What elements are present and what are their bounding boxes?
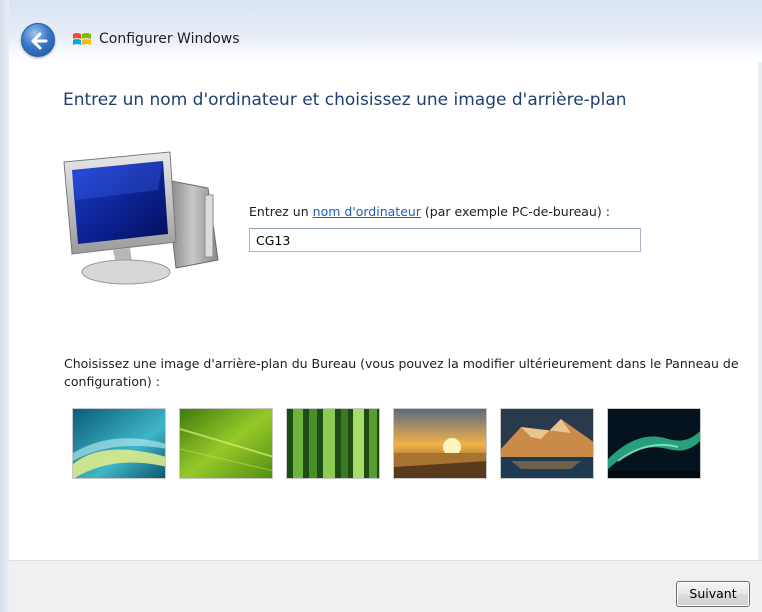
back-button[interactable] bbox=[21, 23, 55, 57]
title-bar: Configurer Windows bbox=[9, 0, 762, 62]
window-right-edge bbox=[758, 0, 762, 612]
thumbnail-sunset-field[interactable] bbox=[393, 408, 487, 479]
computer-name-input[interactable] bbox=[249, 228, 641, 252]
computer-icon bbox=[63, 151, 219, 285]
page-heading: Entrez un nom d'ordinateur et choisissez… bbox=[63, 90, 627, 110]
computer-name-label-prefix: Entrez un bbox=[249, 204, 313, 219]
thumbnail-bamboo[interactable] bbox=[286, 408, 380, 479]
thumbnail-northern-lights[interactable] bbox=[607, 408, 701, 479]
arrow-left-icon bbox=[31, 32, 48, 50]
next-button[interactable]: Suivant bbox=[676, 581, 750, 607]
windows-logo-icon bbox=[73, 33, 91, 45]
window-left-edge bbox=[0, 0, 9, 612]
thumbnail-green-leaf[interactable] bbox=[179, 408, 273, 479]
footer-bar bbox=[9, 560, 762, 612]
window-title: Configurer Windows bbox=[99, 31, 240, 47]
computer-name-label-suffix: (par exemple PC-de-bureau) : bbox=[420, 204, 610, 219]
thumbnail-aurora-swirl[interactable] bbox=[72, 408, 166, 479]
thumbnail-mountain-lake[interactable] bbox=[500, 408, 594, 479]
computer-name-label: Entrez un nom d'ordinateur (par exemple … bbox=[249, 204, 610, 219]
background-label: Choisissez une image d'arrière-plan du B… bbox=[64, 356, 739, 389]
computer-name-help-link[interactable]: nom d'ordinateur bbox=[313, 204, 421, 219]
